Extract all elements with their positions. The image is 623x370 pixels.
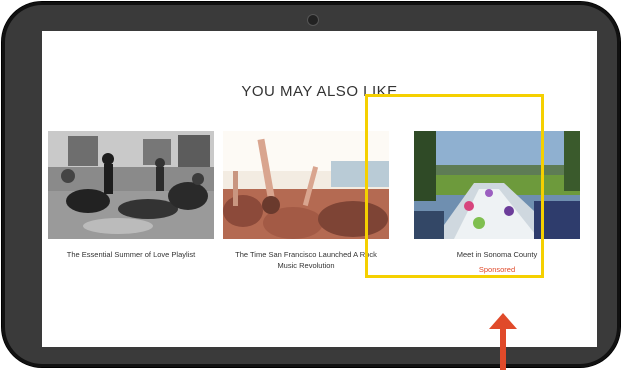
card-caption[interactable]: The Essential Summer of Love Playlist (48, 249, 214, 260)
arrow-up-icon (489, 313, 517, 370)
recommendation-card-1[interactable]: The Essential Summer of Love Playlist (48, 131, 214, 260)
camera-icon (308, 15, 318, 25)
crowd-photo-bw[interactable] (48, 131, 214, 239)
sponsored-highlight-box (365, 94, 544, 278)
